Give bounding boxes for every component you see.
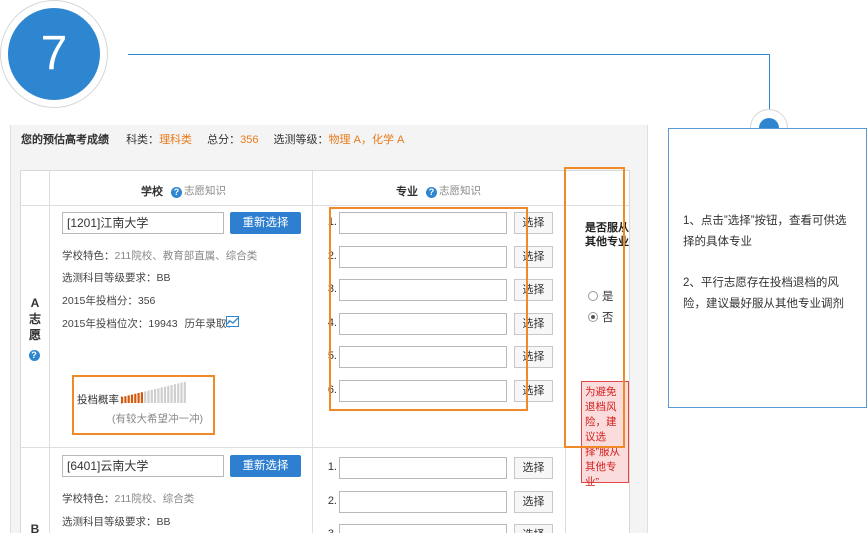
- score-title: 您的预估高考成绩: [21, 134, 109, 146]
- reselect-button-b[interactable]: 重新选择: [230, 455, 301, 477]
- accept-column-highlight: [564, 167, 625, 448]
- probability-bar: [121, 397, 124, 403]
- question-circle-icon[interactable]: ?: [28, 350, 40, 361]
- question-circle-icon: ?: [426, 187, 437, 198]
- application-panel: 您的预估高考成绩 科类：理科类 总分：356 选测等级：物理 A，化学 A 学校…: [10, 125, 648, 533]
- probability-bar: [167, 385, 170, 403]
- school-input-a[interactable]: [1201]江南大学: [62, 212, 224, 234]
- grade-requirement-a: 选测科目等级要求：BB: [62, 272, 171, 284]
- major-b-select-button[interactable]: 选择: [514, 524, 553, 533]
- probability-bar: [124, 396, 127, 403]
- grade-label: 选测等级：: [273, 134, 329, 146]
- probability-bar: [180, 382, 183, 403]
- probability-hint: (有较大希望冲一冲): [112, 413, 203, 425]
- probability-bar: [183, 381, 186, 403]
- probability-bar: [173, 384, 176, 403]
- wish-table: 学校 ? 志愿知识 专业 ? 志愿知识 A 志 愿 ? [1201]江南大学 重新选…: [20, 170, 630, 533]
- major-b-number: 2.: [327, 494, 337, 507]
- school-input-b[interactable]: [6401]云南大学: [62, 455, 224, 477]
- step-number: 7: [8, 8, 100, 100]
- instruction-box: 1、点击”选择”按钮，查看可供选择的具体专业 2、平行志愿存在投档退档的风险，建…: [668, 128, 867, 408]
- score-summary: 您的预估高考成绩 科类：理科类 总分：356 选测等级：物理 A，化学 A: [21, 131, 404, 147]
- wish-b-label: B: [30, 522, 40, 533]
- connector-line-vertical: [769, 54, 770, 116]
- probability-bar: [127, 395, 130, 403]
- major-b-input[interactable]: [339, 457, 507, 479]
- major-b-number: 1.: [327, 461, 337, 473]
- school-help-link[interactable]: ? 志愿知识: [171, 183, 226, 198]
- table-divider: [21, 205, 629, 206]
- probability-bar: [177, 383, 180, 403]
- major-header: 专业: [396, 186, 418, 198]
- table-divider: [21, 447, 629, 448]
- total-label: 总分：: [207, 134, 241, 146]
- school-features-b: 学校特色：211院校、综合类: [62, 493, 195, 505]
- probability-bar: [130, 394, 134, 403]
- instruction-1: 1、点击”选择”按钮，查看可供选择的具体专业: [683, 215, 847, 248]
- probability-bar: [154, 389, 157, 403]
- probability-bar: [157, 388, 160, 403]
- wish-a-label: A 志 愿 ?: [28, 296, 41, 361]
- rank-2015-a: 2015年投档位次：19943 历年录取：: [62, 318, 237, 330]
- question-circle-icon: ?: [171, 187, 182, 198]
- major-b-select-button[interactable]: 选择: [514, 457, 553, 479]
- probability-bar: [137, 393, 140, 403]
- probability-bar: [170, 385, 173, 403]
- major-b-input[interactable]: [339, 524, 507, 533]
- table-divider: [312, 171, 313, 533]
- major-b-select-button[interactable]: 选择: [514, 490, 553, 513]
- probability-bar: [150, 389, 153, 403]
- trend-chart-icon[interactable]: [226, 316, 239, 327]
- school-header: 学校: [141, 186, 163, 198]
- probability-bar: [134, 393, 137, 403]
- subject-value: 理科类: [159, 134, 193, 146]
- probability-bar: [147, 390, 150, 403]
- major-inputs-highlight: [329, 207, 528, 411]
- connector-line: [128, 54, 770, 55]
- grade-value: 物理 A，化学 A: [328, 134, 405, 146]
- probability-bar: [163, 386, 167, 403]
- reselect-button-a[interactable]: 重新选择: [230, 212, 301, 234]
- grade-requirement-b: 选测科目等级要求：BB: [62, 516, 171, 528]
- table-divider: [49, 171, 50, 533]
- total-value: 356: [240, 134, 259, 146]
- admission-probability-highlight: 投档概率： (有较大希望冲一冲): [72, 375, 215, 435]
- score-2015-a: 2015年投档分：356: [62, 295, 156, 307]
- probability-bar: [140, 392, 143, 403]
- probability-bar: [160, 387, 163, 403]
- major-help-link[interactable]: ? 志愿知识: [426, 183, 481, 198]
- major-b-input[interactable]: [339, 490, 507, 513]
- probability-bar: [144, 391, 147, 403]
- school-features-a: 学校特色：211院校、教育部直属、综合类: [62, 250, 258, 262]
- major-b-number: 3.: [325, 528, 337, 533]
- instruction-2: 2、平行志愿存在投档退档的风险，建议最好服从其他专业调剂: [683, 277, 844, 310]
- subject-label: 科类：: [126, 134, 160, 146]
- probability-meter: [121, 381, 186, 403]
